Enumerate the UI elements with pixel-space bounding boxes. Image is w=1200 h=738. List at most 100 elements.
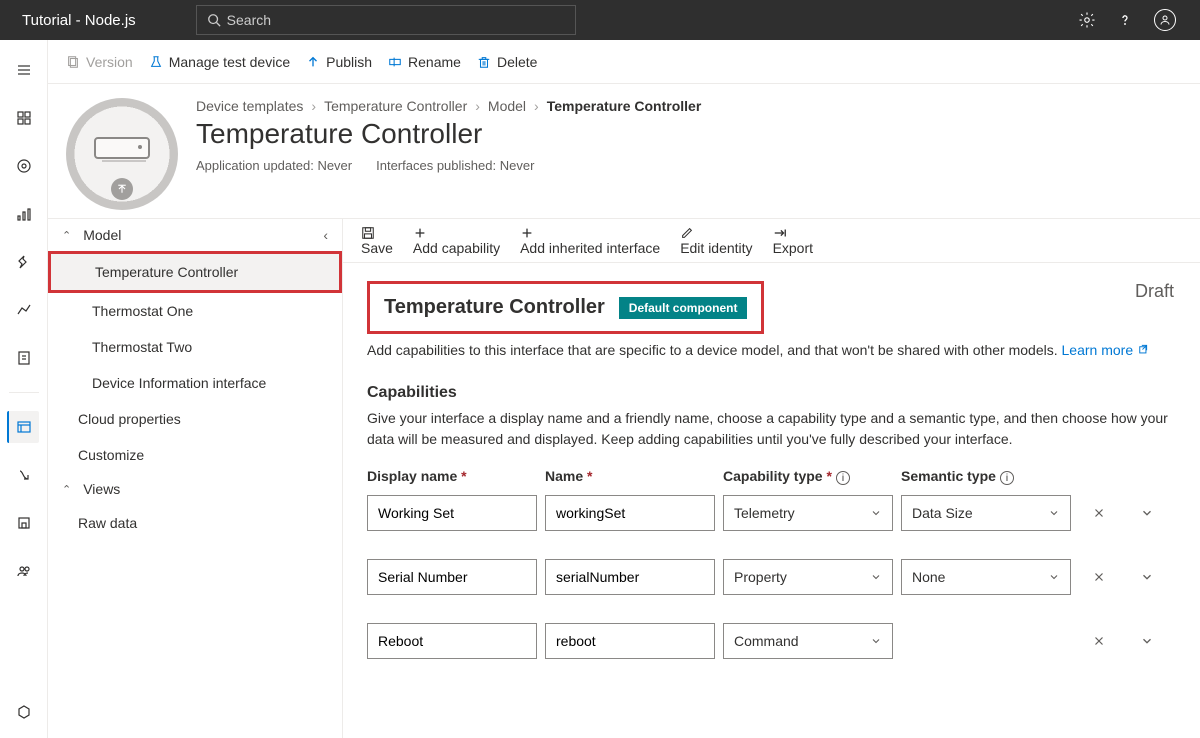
page-title: Temperature Controller: [196, 118, 1182, 150]
export-icon: [773, 226, 813, 240]
version-button[interactable]: Version: [66, 54, 133, 70]
nav-item-thermostat-two[interactable]: Thermostat Two: [48, 329, 342, 365]
delete-icon: [477, 55, 491, 69]
export-button[interactable]: Export: [773, 226, 813, 256]
content-command-bar: Save Add capability Add inherited interf…: [343, 219, 1200, 263]
col-name: Name: [545, 468, 715, 485]
name-input[interactable]: [545, 623, 715, 659]
breadcrumb-item[interactable]: Temperature Controller: [324, 98, 467, 114]
nav-views-header[interactable]: ⌃ Views: [48, 473, 342, 505]
display-name-input[interactable]: [367, 559, 537, 595]
app-title: Tutorial - Node.js: [12, 12, 136, 29]
breadcrumb: Device templates› Temperature Controller…: [196, 98, 1182, 114]
save-icon: [361, 226, 393, 240]
info-icon[interactable]: i: [1000, 471, 1014, 485]
search-input[interactable]: Search: [196, 5, 576, 35]
nav-devices-icon[interactable]: [8, 150, 40, 182]
add-capability-label: Add capability: [413, 240, 500, 256]
capabilities-header-row: Display name Name Capability typei Seman…: [367, 468, 1176, 485]
breadcrumb-item[interactable]: Device templates: [196, 98, 303, 114]
manage-device-button[interactable]: Manage test device: [149, 54, 290, 70]
capability-row: Command: [367, 623, 1176, 659]
collapse-icon[interactable]: ‹: [323, 227, 328, 243]
nav-jobs-icon[interactable]: [8, 342, 40, 374]
breadcrumb-item[interactable]: Model: [488, 98, 526, 114]
info-icon[interactable]: i: [836, 471, 850, 485]
nav-dashboard-icon[interactable]: [8, 102, 40, 134]
nav-users-icon[interactable]: [8, 555, 40, 587]
component-description: Add capabilities to this interface that …: [367, 342, 1176, 358]
component-header-highlight: Temperature Controller Default component: [367, 281, 764, 334]
nav-admin-icon[interactable]: [8, 507, 40, 539]
publish-label: Publish: [326, 54, 372, 70]
col-display-name: Display name: [367, 468, 537, 485]
add-inherited-button[interactable]: Add inherited interface: [520, 226, 660, 256]
rename-button[interactable]: Rename: [388, 54, 461, 70]
nav-settings-icon[interactable]: [8, 696, 40, 728]
avatar[interactable]: [1154, 9, 1176, 31]
page-header: Device templates› Temperature Controller…: [48, 84, 1200, 219]
device-template-icon: [66, 98, 178, 210]
nav-templates-icon[interactable]: [7, 411, 39, 443]
settings-icon[interactable]: [1078, 11, 1096, 29]
plus-icon: [413, 226, 500, 240]
capability-type-select[interactable]: Command: [723, 623, 893, 659]
name-input[interactable]: [545, 559, 715, 595]
content-panel: Save Add capability Add inherited interf…: [343, 219, 1200, 738]
nav-item-temp-controller[interactable]: Temperature Controller: [51, 254, 339, 290]
capability-type-select[interactable]: Property: [723, 559, 893, 595]
version-label: Version: [86, 54, 133, 70]
nav-item-customize[interactable]: Customize: [48, 437, 342, 473]
expand-row-button[interactable]: [1127, 506, 1167, 520]
component-title: Temperature Controller: [384, 296, 605, 319]
capabilities-description: Give your interface a display name and a…: [367, 408, 1176, 450]
topbar-actions: [1078, 9, 1188, 31]
remove-row-button[interactable]: [1079, 634, 1119, 648]
col-sem-type: Semantic typei: [901, 468, 1071, 485]
delete-button[interactable]: Delete: [477, 54, 537, 70]
remove-row-button[interactable]: [1079, 570, 1119, 584]
expand-row-button[interactable]: [1127, 570, 1167, 584]
nav-item-raw-data[interactable]: Raw data: [48, 505, 342, 541]
edit-identity-button[interactable]: Edit identity: [680, 226, 752, 256]
add-capability-button[interactable]: Add capability: [413, 226, 500, 256]
publish-button[interactable]: Publish: [306, 54, 372, 70]
semantic-type-select[interactable]: None: [901, 559, 1071, 595]
chevron-up-icon: ⌃: [62, 483, 71, 496]
page-meta: Application updated: Never Interfaces pu…: [196, 158, 1182, 173]
nav-item-device-info[interactable]: Device Information interface: [48, 365, 342, 401]
version-icon: [66, 55, 80, 69]
nav-item-cloud-props[interactable]: Cloud properties: [48, 401, 342, 437]
flask-icon: [149, 55, 163, 69]
save-button[interactable]: Save: [361, 226, 393, 256]
add-inherited-label: Add inherited interface: [520, 240, 660, 256]
col-cap-type: Capability typei: [723, 468, 893, 485]
nav-rules-icon[interactable]: [8, 246, 40, 278]
menu-icon[interactable]: [8, 54, 40, 86]
nav-analytics-icon[interactable]: [8, 294, 40, 326]
capabilities-heading: Capabilities: [367, 384, 1176, 402]
nav-export-icon[interactable]: [8, 459, 40, 491]
help-icon[interactable]: [1116, 11, 1134, 29]
learn-more-link[interactable]: Learn more: [1062, 342, 1148, 358]
chevron-down-icon: [870, 571, 882, 583]
search-icon: [207, 13, 221, 27]
nav-model-header[interactable]: ⌃ Model ‹: [48, 219, 342, 251]
edit-identity-label: Edit identity: [680, 240, 752, 256]
capability-row: Property None: [367, 559, 1176, 595]
display-name-input[interactable]: [367, 623, 537, 659]
name-input[interactable]: [545, 495, 715, 531]
publish-icon: [306, 55, 320, 69]
nav-item-thermostat-one[interactable]: Thermostat One: [48, 293, 342, 329]
nav-groups-icon[interactable]: [8, 198, 40, 230]
semantic-type-select[interactable]: Data Size: [901, 495, 1071, 531]
display-name-input[interactable]: [367, 495, 537, 531]
remove-row-button[interactable]: [1079, 506, 1119, 520]
breadcrumb-item: Temperature Controller: [547, 98, 702, 114]
top-bar: Tutorial - Node.js Search: [0, 0, 1200, 40]
capability-row: Telemetry Data Size: [367, 495, 1176, 531]
chevron-down-icon: [1048, 571, 1060, 583]
capability-type-select[interactable]: Telemetry: [723, 495, 893, 531]
nav-rail: [0, 40, 48, 738]
expand-row-button[interactable]: [1127, 634, 1167, 648]
